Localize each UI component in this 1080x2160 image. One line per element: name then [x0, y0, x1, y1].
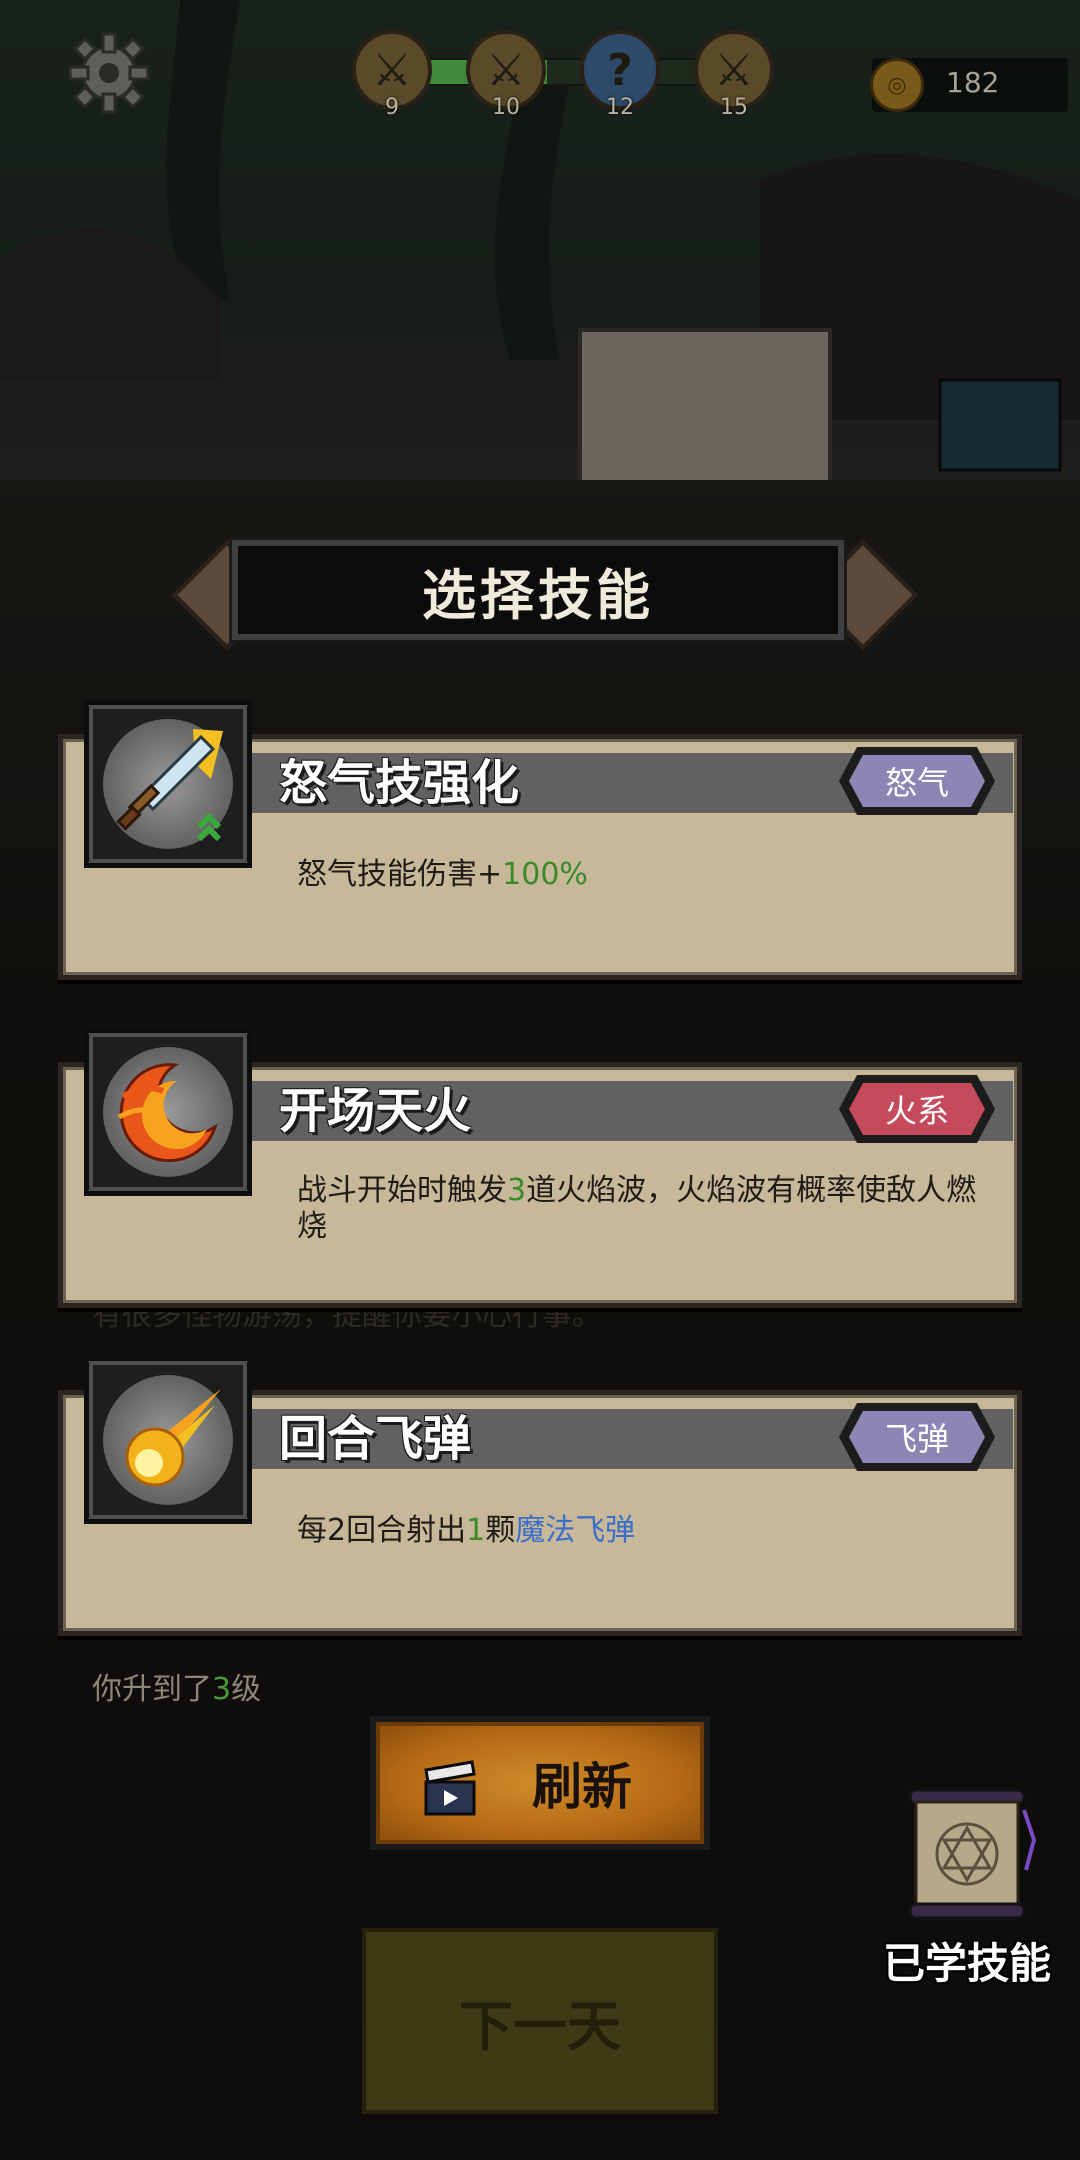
- coin-icon: ◎: [870, 58, 924, 112]
- log-text: 级: [231, 1672, 262, 1707]
- desc-highlight: 100%: [502, 857, 588, 892]
- skill-description: 战斗开始时触发3道火焰波，火焰波有概率使敌人燃烧: [297, 1173, 997, 1245]
- crossed-swords-icon: ⚔: [714, 44, 754, 96]
- fireball-icon: [125, 1389, 221, 1487]
- stage-node-1: ⚔ 9: [352, 30, 432, 120]
- page-title: 选择技能: [422, 563, 654, 627]
- next-day-label: 下一天: [459, 1994, 621, 2058]
- stage-node-4: ⚔ 15: [694, 30, 774, 120]
- stage-node-2: ⚔ 10: [466, 30, 546, 120]
- learned-skills-label: 已学技能: [882, 1939, 1051, 1988]
- refresh-label: 刷新: [532, 1758, 632, 1816]
- stage-progress-bar: [392, 58, 736, 86]
- log-highlight: 3: [212, 1672, 232, 1707]
- stage-node-3: ? 12: [580, 30, 660, 120]
- skill-tag: 怒气: [835, 743, 999, 819]
- level-up-log: 你升到了3级: [92, 1664, 261, 1708]
- coin-counter: ◎ 182: [870, 58, 1068, 112]
- skill-icon-frame-1: [84, 700, 252, 868]
- skill-name: 怒气技强化: [279, 755, 520, 811]
- refresh-button[interactable]: 刷新: [370, 1716, 710, 1850]
- stage-number: 9: [385, 95, 399, 120]
- skill-tag-label: 飞弹: [884, 1420, 949, 1458]
- desc-highlight: 3: [507, 1173, 527, 1208]
- crossed-swords-icon: ⚔: [486, 44, 526, 96]
- skill-tag: 火系: [835, 1071, 999, 1147]
- desc-text: 颗: [485, 1513, 516, 1548]
- desc-text: 怒气技能伤害+: [297, 857, 503, 892]
- fire-crescent-icon: [117, 1063, 218, 1163]
- desc-highlight: 1: [466, 1513, 486, 1548]
- desc-text: 每2回合射出: [297, 1513, 467, 1548]
- desc-text: 战斗开始时触发: [297, 1173, 507, 1208]
- sword-upgrade-icon: [116, 729, 223, 842]
- skill-name: 开场天火: [279, 1083, 472, 1139]
- skill-tag: 飞弹: [835, 1399, 999, 1475]
- log-text: 你升到了: [92, 1672, 212, 1707]
- learned-skills-button[interactable]: 已学技能: [874, 1780, 1060, 1988]
- video-clapper-icon: [424, 1760, 476, 1816]
- skill-description: 每2回合射出1颗魔法飞弹: [297, 1513, 997, 1549]
- skill-tag-label: 怒气: [884, 764, 949, 802]
- skill-icon-frame-2: [84, 1028, 252, 1196]
- question-mark-icon: ?: [607, 44, 633, 96]
- coin-count: 182: [946, 66, 1000, 99]
- title-banner: 选择技能: [232, 540, 844, 640]
- skill-icon-frame-3: [84, 1356, 252, 1524]
- desc-link: 魔法飞弹: [515, 1513, 636, 1548]
- scroll-icon: [908, 1788, 1037, 1920]
- crossed-swords-icon: ⚔: [372, 44, 412, 96]
- stage-number: 15: [720, 95, 748, 120]
- skill-name: 回合飞弹: [279, 1411, 472, 1467]
- stage-number: 10: [492, 95, 520, 120]
- skill-description: 怒气技能伤害+100%: [297, 857, 997, 893]
- gear-icon[interactable]: [66, 30, 152, 116]
- stage-number: 12: [606, 95, 634, 120]
- next-day-button[interactable]: 下一天: [362, 1928, 718, 2114]
- skill-tag-label: 火系: [884, 1092, 949, 1130]
